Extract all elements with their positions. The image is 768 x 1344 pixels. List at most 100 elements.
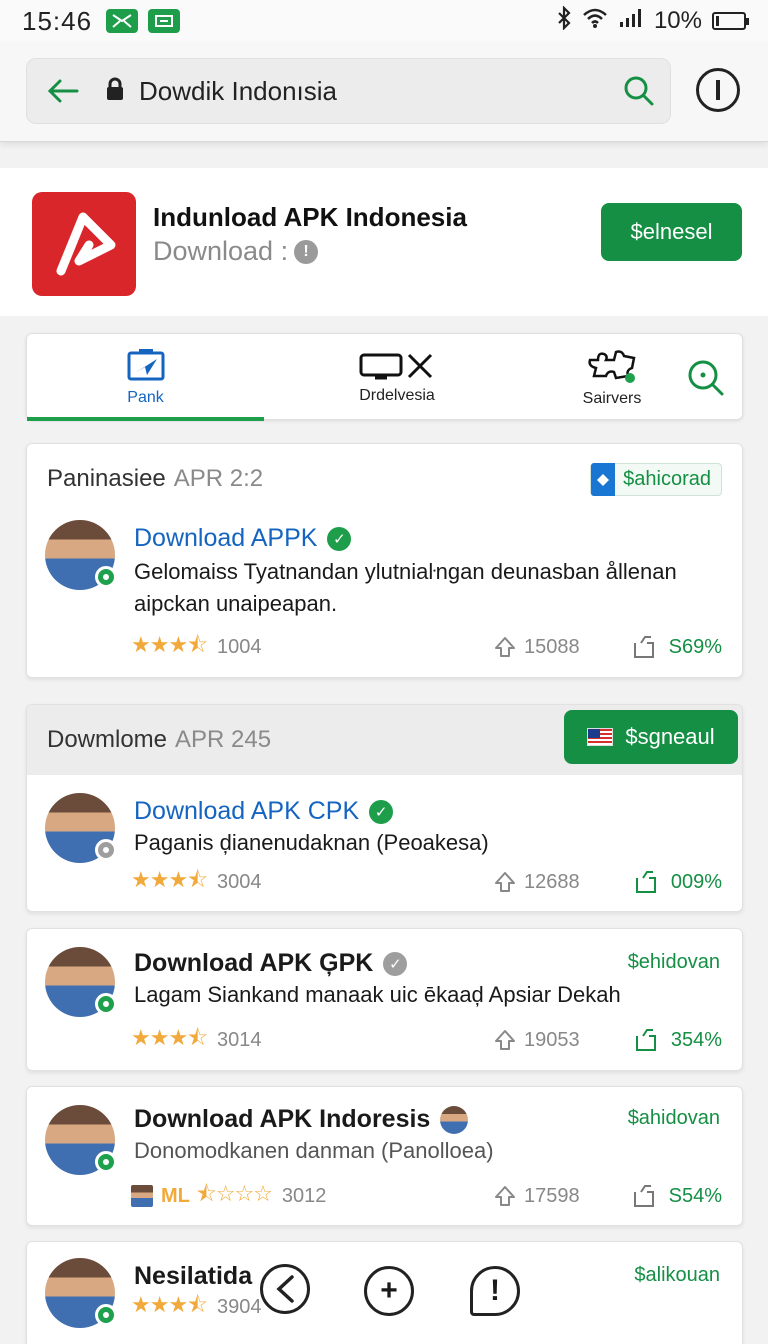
list-item[interactable]: Download APK Indoresis $ahidovan Donomod… [26,1086,743,1226]
item-stats: ★★★⯪ 1004 15088 S69% [131,632,722,662]
share-button[interactable]: S69% [633,635,722,659]
list-item[interactable]: Download APK CPK ✓ Paganis ḑianenudaknan… [27,775,742,911]
online-status-icon [95,1304,117,1326]
list-item[interactable]: Download APK ĢPK ✓ $ehidovan Lagam Siank… [26,928,743,1071]
signal-button-label: $sgneaul [625,724,715,749]
play-logo-icon [56,212,116,276]
tab-sairvers[interactable]: Sairvers [557,334,667,421]
section-card: Paninasiee APR 2:2 $ahicorad Download AP… [26,443,743,678]
tab-label: Pank [127,388,164,406]
message-icon [148,9,181,33]
upvote-button[interactable]: 15088 [494,636,580,659]
info-icon [716,80,720,100]
item-title[interactable]: Download APK Indoresis [134,1105,469,1134]
avatar [45,1105,117,1175]
signal-button[interactable]: $sgneaul [564,710,738,764]
add-icon: + [380,1274,398,1307]
section-chip-button[interactable]: $ahicorad [590,463,722,496]
section-date: APR 245 [175,726,272,753]
item-title-text: Download APPK [134,524,318,552]
share-box-icon [635,1029,656,1051]
primary-action-button[interactable]: $elnesel [601,203,742,261]
tab-drdelvesia[interactable]: Drdelvesia [287,334,507,421]
chat-alert-button[interactable]: ! [470,1266,520,1316]
tab-label: Drdelvesia [359,386,435,404]
share-box-icon [633,1185,654,1207]
rating-count: 3004 [217,870,262,893]
rating-stars-icon: ★★★⯪ [131,867,208,892]
section-card: Dowmlome APR 245 $sgneaul Download APK C… [26,704,743,912]
tab-pank[interactable]: Pank [27,334,264,421]
app-subtitle-text: Download : [153,236,289,266]
badge-text: ML [161,1184,190,1207]
add-button[interactable]: + [364,1266,414,1316]
arrow-up-icon [495,1030,515,1050]
user-thumb-icon [131,1185,153,1207]
app-subtitle: Download : ! [153,236,319,267]
item-action-link[interactable]: $alikouan [634,1264,720,1287]
search-input[interactable] [139,75,559,107]
item-title[interactable]: Download APK ĢPK ✓ [134,949,408,978]
upvote-button[interactable]: 17598 [494,1185,580,1208]
arrow-up-icon [495,872,515,892]
upvote-button[interactable]: 12688 [494,871,580,894]
share-button[interactable]: 009% [635,870,722,894]
back-nav-button[interactable] [260,1264,310,1314]
search-icon [624,76,654,106]
status-bar: 15:46 10% [0,0,768,42]
offline-status-icon [95,839,117,861]
info-button[interactable] [696,68,740,112]
avatar [45,520,117,590]
rating-count: 1004 [217,635,262,658]
upvote-button[interactable]: 19053 [494,1029,580,1052]
verified-icon: ✓ [369,799,394,824]
mini-avatar [440,1105,469,1134]
section-name: Paninasiee [47,465,166,492]
item-stats: ★★★⯪ 3904 [131,1292,722,1322]
battery-icon [712,12,749,30]
battery-percent: 10% [653,7,702,34]
item-title-text: Download APK Indoresis [134,1105,431,1133]
online-status-icon [95,1151,117,1173]
search-icon [688,360,723,395]
section-name: Dowmlome [47,726,168,753]
rating-stars-icon: ★★★⯪ [131,1025,208,1050]
section-header: Paninasiee APR 2:2 $ahicorad [27,444,742,514]
list-item[interactable]: Download APPK ✓ Gelomaiss Tyatnandan ylu… [27,514,742,674]
signal-icon [618,7,644,36]
tv-close-icon [359,353,433,379]
rating-stars-icon: ★★★⯪ [131,632,208,657]
search-button[interactable] [608,58,670,124]
app-header: Indunload APK Indonesia Download : ! $el… [0,168,768,316]
item-action-link[interactable]: $ahidovan [628,1107,720,1130]
rating-stars-icon: ★★★⯪ [131,1292,208,1317]
item-stats: ★★★⯪ 3004 12688 009% [131,867,722,897]
browser-header [0,42,768,142]
diamond-icon [591,463,616,496]
share-button[interactable]: S54% [633,1184,722,1208]
item-action-link[interactable]: $ehidovan [628,951,720,974]
search-bar [26,58,671,124]
alert-icon: ! [294,239,319,264]
item-description: Gelomaiss Tyatnandan ylutniaŀngan deunas… [134,559,677,616]
share-value: 009% [670,870,722,893]
section-header: Dowmlome APR 245 $sgneaul [27,705,742,775]
send-icon [127,348,164,380]
tab-search[interactable] [667,334,744,421]
item-stats: ★★★⯪ 3014 19053 354% [131,1025,722,1055]
chat-alert-icon: ! [490,1274,500,1307]
avatar [45,947,117,1017]
arrow-left-icon [47,79,79,103]
bluetooth-icon [556,4,572,37]
item-description: Paganis ḑianenudaknan (Peoakesa) [134,830,489,855]
item-title[interactable]: Download APK CPK ✓ [134,797,394,826]
app-logo [32,192,136,296]
back-icon [276,1275,294,1303]
item-title[interactable]: Nesilatida [134,1262,252,1291]
rating-count: 3014 [217,1028,262,1051]
share-button[interactable]: 354% [635,1028,722,1052]
back-button[interactable] [27,58,99,124]
rating-stars-icon: ⯪☆☆☆ [195,1181,273,1206]
lock-icon [105,77,125,106]
item-title[interactable]: Download APPK ✓ [134,524,352,553]
